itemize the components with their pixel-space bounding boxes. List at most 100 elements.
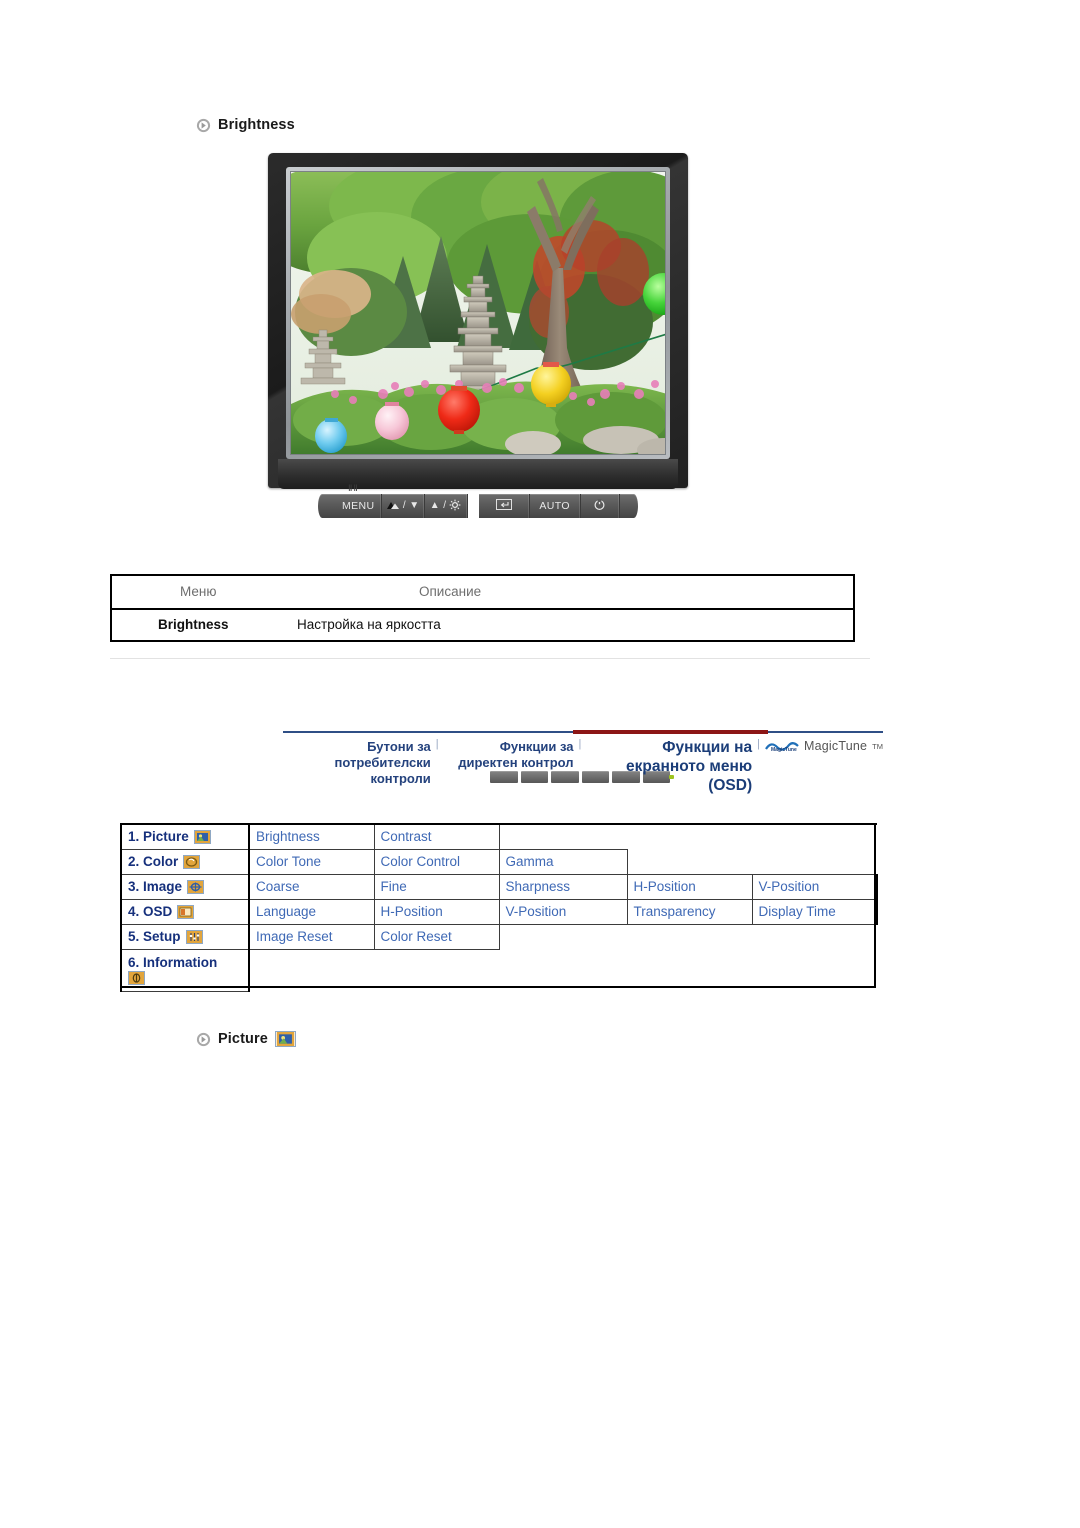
row-description-text: Настройка на яркостта [297, 617, 441, 632]
empty-cell [249, 949, 374, 991]
empty-cell [627, 949, 752, 991]
osd-item[interactable]: Color Tone [248, 848, 375, 875]
tab-direct-control-functions[interactable]: Функции за директен контрол [444, 734, 574, 771]
brightness-down-label: / ▼ [402, 500, 420, 511]
header-cell-description: Описание [297, 583, 853, 601]
osd-category-setup[interactable]: 5. Setup [120, 923, 250, 950]
svg-text:MagicTune: MagicTune [771, 747, 797, 753]
tab-separator: | [578, 738, 582, 750]
information-icon [128, 971, 145, 985]
osd-category-osd[interactable]: 4. OSD [120, 898, 250, 925]
osd-item[interactable]: V-Position [498, 898, 628, 925]
auto-button-label: AUTO [539, 500, 570, 512]
osd-item[interactable]: Transparency [626, 898, 753, 925]
tab-label: Функции на екранното меню (OSD) [626, 739, 753, 794]
table-row: 1. Picture Brightness Contrast [120, 823, 877, 850]
enter-button[interactable] [479, 494, 530, 518]
osd-menu-matrix: 1. Picture Brightness Contrast 2. Color … [120, 823, 878, 992]
tab-rule-inactive-left [283, 731, 573, 733]
osd-item[interactable]: Sharpness [498, 873, 628, 900]
osd-item[interactable]: Fine [373, 873, 500, 900]
osd-category-color[interactable]: 2. Color [120, 848, 250, 875]
table-row: Brightness Настройка на яркостта [112, 610, 853, 640]
empty-cell [499, 823, 627, 849]
tab-rule-inactive-right [768, 731, 883, 733]
osd-item[interactable]: Gamma [498, 848, 628, 875]
tab-label: Бутони за потребителски контроли [334, 739, 431, 786]
osd-category-information[interactable]: 6. Information [120, 948, 250, 992]
header-cell-menu: Меню [112, 583, 297, 601]
tab-label: Функции за директен контрол [458, 739, 574, 770]
osd-icon [177, 904, 195, 919]
enter-icon [495, 499, 512, 513]
osd-category-image[interactable]: 3. Image [120, 873, 250, 900]
picture-icon [193, 829, 211, 844]
brightness-up-label: ▲ / [429, 500, 447, 511]
auto-button[interactable]: AUTO [530, 494, 581, 518]
osd-item[interactable]: V-Position [751, 873, 878, 900]
brightness-icon [386, 500, 400, 513]
osd-item[interactable]: Language [248, 898, 375, 925]
empty-cell [627, 823, 752, 849]
power-button[interactable] [581, 494, 621, 518]
garden-photo [291, 172, 665, 454]
color-icon [183, 854, 201, 869]
osd-item[interactable]: Display Time [751, 898, 878, 925]
table-header-row: Меню Описание [112, 576, 853, 610]
osd-category-label: 2. Color [128, 854, 179, 869]
navigation-tabs: Бутони за потребителски контроли | Функц… [283, 730, 883, 794]
osd-item[interactable]: Brightness [248, 823, 375, 850]
tab-magictune[interactable]: MagicTune MagicTune TM [765, 734, 883, 753]
brightness-section-heading: Brightness [196, 117, 295, 133]
table-row: 3. Image Coarse Fine Sharpness H-Positio… [120, 873, 878, 900]
empty-cell [499, 924, 627, 949]
tab-separator: | [435, 738, 439, 750]
control-bar-right-cap [620, 494, 638, 518]
osd-item[interactable]: Color Reset [373, 923, 500, 950]
osd-category-label: 6. Information [128, 955, 218, 970]
table-row: 6. Information [120, 948, 877, 992]
empty-cell [752, 823, 877, 849]
table-row: 4. OSD Language H-Position V-Position Tr… [120, 898, 878, 925]
magictune-trademark: TM [872, 741, 883, 751]
empty-cell [752, 849, 877, 874]
header-description-label: Описание [419, 584, 482, 599]
osd-category-label: 5. Setup [128, 929, 181, 944]
table-row: 2. Color Color Tone Color Control Gamma [120, 848, 877, 875]
control-bar-left-cap [318, 494, 336, 518]
empty-cell [627, 849, 752, 874]
setup-icon [185, 929, 203, 944]
picture-icon [274, 1031, 296, 1047]
osd-item[interactable]: Image Reset [248, 923, 375, 950]
osd-category-label: 4. OSD [128, 904, 173, 919]
empty-cell [627, 924, 752, 949]
osd-item[interactable]: Coarse [248, 873, 375, 900]
power-icon [593, 498, 606, 514]
magictune-label: MagicTune [803, 739, 868, 753]
cell-description: Настройка на яркостта [297, 616, 853, 634]
osd-item[interactable]: H-Position [373, 898, 500, 925]
empty-cell [374, 949, 499, 991]
monitor-control-bar: MENU / ▼ ▲ / AUTO [318, 494, 638, 518]
osd-item[interactable]: Contrast [373, 823, 500, 850]
section-divider [110, 658, 870, 659]
menu-marker: ⅡⅡ [348, 484, 359, 494]
osd-item[interactable]: Color Control [373, 848, 500, 875]
row-menu-label: Brightness [158, 617, 229, 632]
table-row: 5. Setup Image Reset Color Reset [120, 923, 877, 950]
tab-list: Бутони за потребителски контроли | Функц… [283, 734, 883, 796]
magictune-logo-icon: MagicTune [765, 740, 799, 753]
tab-user-control-buttons[interactable]: Бутони за потребителски контроли [283, 734, 431, 787]
arrow-bullet-icon [196, 118, 211, 133]
brightness-heading-label: Brightness [218, 117, 295, 133]
menu-button[interactable]: MENU [336, 494, 382, 518]
empty-cell [752, 949, 877, 991]
osd-category-picture[interactable]: 1. Picture [120, 823, 250, 850]
tab-osd-functions[interactable]: Функции на екранното меню (OSD) [586, 734, 752, 796]
osd-item[interactable]: H-Position [626, 873, 753, 900]
image-icon [187, 879, 205, 894]
brightness-up-button[interactable]: ▲ / [425, 494, 468, 518]
menu-description-table: Меню Описание Brightness Настройка на яр… [110, 574, 855, 642]
cell-menu-name: Brightness [112, 616, 297, 634]
brightness-down-button[interactable]: / ▼ [382, 494, 425, 518]
